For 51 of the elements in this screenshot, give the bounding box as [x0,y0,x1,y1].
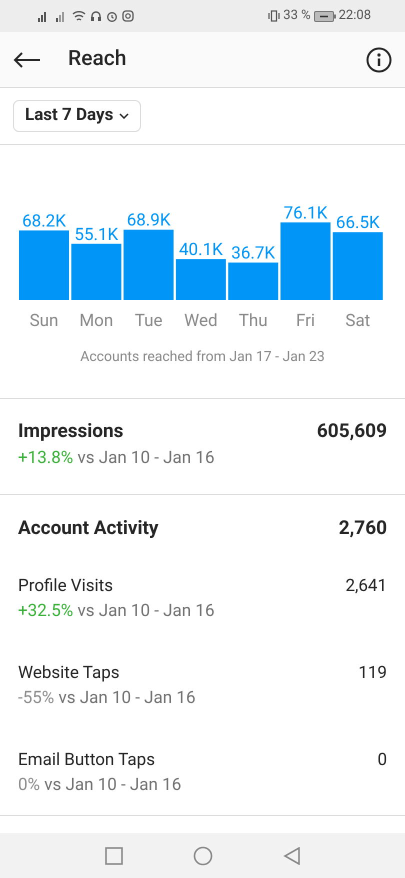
clock-time: 22:08 [338,7,371,26]
day-label: Fri [295,311,315,331]
bar [228,262,278,300]
bar [123,230,174,300]
section-title: Account Activity [18,515,158,541]
chart-caption: Accounts reached from Jan 17 - Jan 23 [80,348,325,367]
change-text: -55% vs Jan 10 - Jan 16 [18,687,197,710]
metric-label: Email Button Taps [18,748,155,772]
day-label: Mon [78,311,113,331]
bar-value-label: 36.7K [230,244,275,264]
metric-label: Website Taps [18,662,120,684]
bar-value-label: 68.2K [22,211,66,232]
info-icon[interactable] [366,46,392,72]
bar-value-label: 68.9K [126,210,170,231]
metric-value: 0 [377,748,387,772]
triangle-back-icon[interactable] [282,846,300,864]
day-label: Wed [184,311,218,331]
day-label: Sun [29,311,58,331]
metric-label: Profile Visits [18,574,114,598]
day-label: Sat [344,311,370,331]
vibrate-icon [268,10,280,22]
square-icon[interactable] [104,846,122,864]
circle-icon[interactable] [192,846,212,866]
battery-icon [314,10,336,22]
day-label: Tue [134,311,162,331]
change-text: +32.5% vs Jan 10 - Jan 16 [18,600,216,623]
bar-value-label: 76.1K [283,203,327,224]
bar [332,232,382,300]
alarm-icon [106,10,118,22]
camera-icon [122,10,134,22]
metric-value: 605,609 [316,418,387,444]
date-range-dropdown[interactable]: Last 7 Days [13,100,142,132]
bar [18,230,68,300]
day-label: Thu [238,311,268,331]
metric-value: 2,641 [345,574,387,598]
metric-label: Impressions [18,418,124,444]
page-title: Reach [68,46,126,73]
bar [70,244,121,300]
wifi-icon [72,10,86,22]
bar-value-label: 66.5K [335,213,380,234]
battery-percent: 33 % [283,7,311,26]
section-total: 2,760 [338,515,387,541]
bar-value-label: 40.1K [178,240,222,260]
bar [175,259,226,300]
bar-value-label: 55.1K [74,224,118,245]
metric-value: 119 [358,662,387,684]
back-arrow-icon[interactable] [13,50,41,68]
headphones-icon [90,10,102,22]
chevron-down-icon [119,113,130,119]
change-text: +13.8% vs Jan 10 - Jan 16 [18,446,216,470]
change-text: 0% vs Jan 10 - Jan 16 [18,774,182,797]
